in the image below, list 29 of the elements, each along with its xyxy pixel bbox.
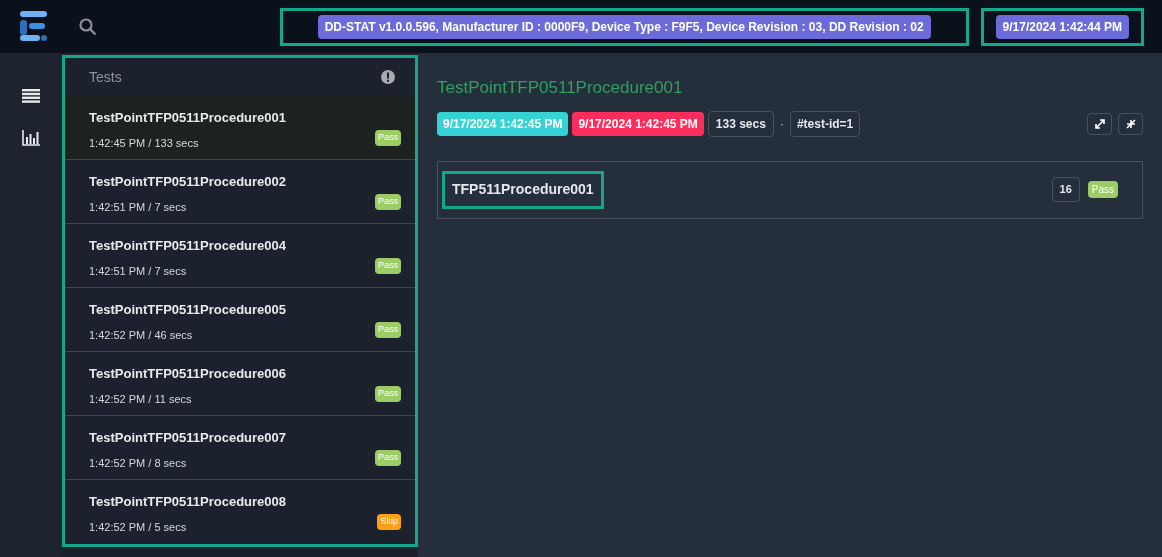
bar-chart-icon[interactable] [22, 130, 40, 146]
status-badge: Pass [375, 194, 401, 210]
status-badge: Pass [375, 450, 401, 466]
collapse-icon [1125, 118, 1136, 129]
status-badge: Pass [375, 386, 401, 402]
status-badge: Pass [375, 258, 401, 274]
expand-button[interactable] [1087, 112, 1112, 135]
separator-dot: · [779, 115, 784, 133]
device-info-badge: DD-STAT v1.0.0.596, Manufacturer ID : 0000F9, Device Type : F9F5, Device Revision : 03, DD Revision : 02 [317, 14, 931, 39]
duration-badge: 133 secs [707, 110, 774, 137]
collapse-button[interactable] [1118, 112, 1143, 135]
end-time-badge: 9/17/2024 1:42:45 PM [572, 111, 704, 136]
test-title: TestPointTFP0511Procedure001 [437, 77, 684, 99]
count-badge: 16 [1051, 177, 1080, 202]
tests-heading: Tests [89, 67, 122, 87]
start-time-badge: 9/17/2024 1:42:45 PM [437, 111, 569, 136]
expand-icon [1094, 118, 1105, 129]
status-badge: Pass [1087, 181, 1118, 198]
search-icon[interactable] [79, 17, 97, 36]
list-icon[interactable] [22, 89, 40, 103]
test-list-item[interactable]: TestPointTFP0511Procedure001 1:42:45 PM / 133 secs Pass [65, 96, 415, 160]
status-badge: Skip [377, 514, 401, 530]
date-badge: 9/17/2024 1:42:44 PM [995, 14, 1129, 39]
status-badge: Pass [375, 322, 401, 338]
status-badge: Pass [375, 130, 401, 146]
info-icon[interactable] [381, 70, 395, 84]
test-id-badge: #test-id=1 [789, 110, 861, 137]
node-name: TFP511Procedure001 [452, 180, 594, 199]
logo-icon [20, 10, 47, 43]
